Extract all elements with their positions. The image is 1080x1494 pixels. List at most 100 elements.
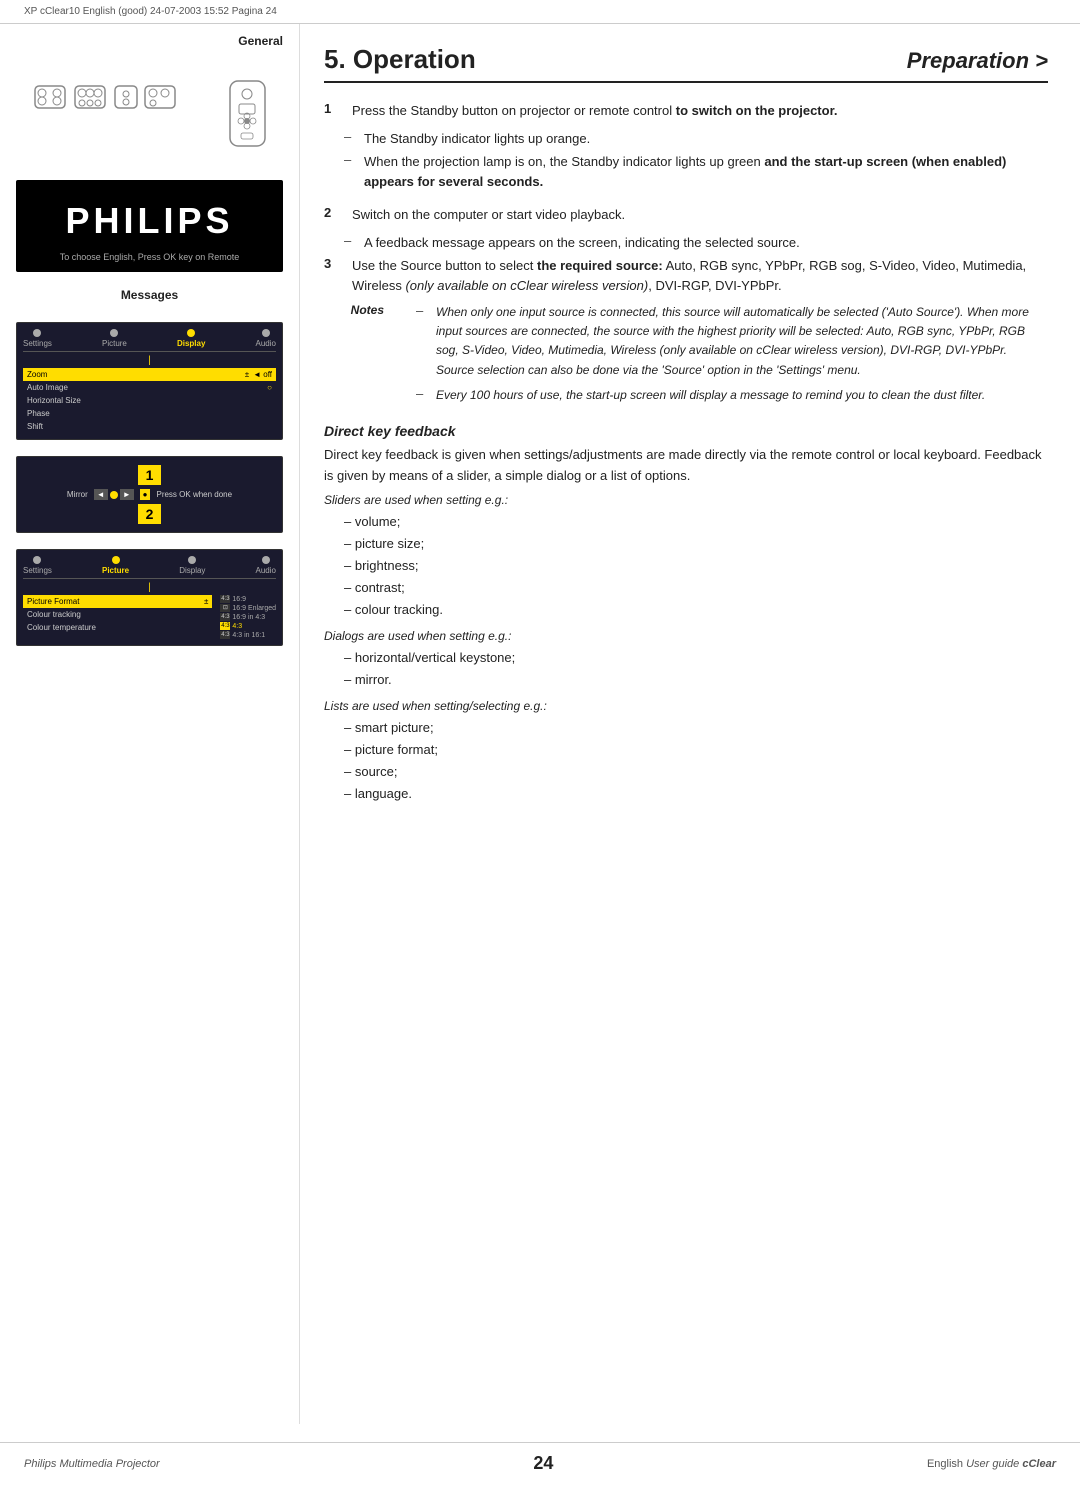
osd2-opt-169e-label: 16:9 Enlarged [232, 605, 276, 612]
step-3-num: 3 [324, 256, 340, 295]
keystone-press-label: Press OK when done [156, 490, 232, 499]
step-2-row: 2 Switch on the computer or start video … [324, 205, 1048, 225]
footer-english: English [927, 1458, 963, 1470]
remote-area [16, 68, 283, 164]
keystone-dot [110, 491, 118, 499]
osd-row-hsize: Horizontal Size [23, 394, 276, 407]
osd2-opt-169-label: 16:9 [232, 596, 246, 603]
dialog-item-1: – horizontal/vertical keystone; [344, 647, 1048, 669]
notes-text-2: Every 100 hours of use, the start-up scr… [436, 386, 1048, 405]
osd2-tab-display: Display [179, 556, 205, 575]
step-3-row: 3 Use the Source button to select the re… [324, 256, 1048, 295]
osd2-settings-icon [33, 556, 41, 564]
slider-item-1: – volume; [344, 511, 1048, 533]
osd-row-phase: Phase [23, 407, 276, 420]
dash-2: – [344, 152, 356, 191]
footer-right: English User guide cClear [927, 1458, 1056, 1470]
notes-content: – When only one input source is connecte… [396, 303, 1048, 409]
dialogs-list: – horizontal/vertical keystone; – mirror… [344, 647, 1048, 691]
philips-box: PHILIPS To choose English, Press OK key … [16, 180, 283, 272]
osd-tab-picture: Picture [102, 329, 127, 348]
osd-phase-label: Phase [27, 409, 272, 418]
messages-label: Messages [16, 288, 283, 302]
step-1-num: 1 [324, 101, 340, 121]
osd2-options-list: 4:3 16:9 ⊡ 16:9 Enlarged 4:3 16:9 in 4:3… [220, 595, 276, 639]
step-3-text: Use the Source button to select the requ… [352, 256, 1048, 295]
osd2-row-tracking: Colour tracking [23, 608, 212, 621]
dash-item-1: – The Standby indicator lights up orange… [344, 129, 1048, 149]
notes-label: Notes [324, 303, 384, 409]
slider-item-4: – contrast; [344, 577, 1048, 599]
osd-audio-icon [262, 329, 270, 337]
osd-tab-settings: Settings [23, 329, 52, 348]
osd-row-shift: Shift [23, 420, 276, 433]
notes-dash-sym-2: – [416, 386, 428, 405]
osd2-format-arrow: ± [204, 597, 208, 606]
philips-subtitle: To choose English, Press OK key on Remot… [26, 252, 273, 262]
lists-label: Lists are used when setting/selecting e.… [324, 699, 1048, 713]
direct-key-body: Direct key feedback is given when settin… [324, 445, 1048, 487]
arrow-left: ◄ [94, 489, 108, 500]
osd-row-zoom: Zoom ± ◄ off [23, 368, 276, 381]
osd2-opt-43in161-box: 4:3 [220, 631, 230, 639]
dash-item-2: – When the projection lamp is on, the St… [344, 152, 1048, 191]
arrow-right: ► [120, 489, 134, 500]
osd2-opt-43-box: 4:3 [220, 622, 230, 630]
osd-indicator: | [23, 355, 276, 366]
dash-text-2: When the projection lamp is on, the Stan… [364, 152, 1048, 191]
footer-page-number: 24 [533, 1453, 553, 1474]
osd-tabs-1: Settings Picture Display Audio [23, 329, 276, 352]
osd-tab-audio: Audio [256, 329, 276, 348]
slider-item-5: – colour tracking. [344, 599, 1048, 621]
keystone-arrows: ◄ ► [94, 489, 134, 500]
step-1-text: Press the Standby button on projector or… [352, 101, 1048, 121]
osd2-opt-43169: 4:3 16:9 in 4:3 [220, 613, 276, 621]
osd-display-icon [187, 329, 195, 337]
list-item-1: – smart picture; [344, 717, 1048, 739]
osd2-row-temperature: Colour temperature [23, 621, 212, 634]
step-2-num: 2 [324, 205, 340, 225]
osd2-opt-43169-box: 4:3 [220, 613, 230, 621]
osd-zoom-label: Zoom [27, 370, 245, 379]
footer-userguide: User guide [966, 1458, 1019, 1470]
osd2-format-label: Picture Format [27, 597, 204, 606]
osd2-opt-169-box: 4:3 [220, 595, 230, 603]
footer-left: Philips Multimedia Projector [24, 1458, 160, 1470]
remote-svg [30, 76, 270, 156]
sliders-label: Sliders are used when setting e.g.: [324, 493, 1048, 507]
notes-text-1: When only one input source is connected,… [436, 303, 1048, 380]
list-item-2: – picture format; [344, 739, 1048, 761]
list-item-4: – language. [344, 783, 1048, 805]
osd-shift-label: Shift [27, 422, 272, 431]
osd2-opt-169e: ⊡ 16:9 Enlarged [220, 604, 276, 612]
osd-autoimage-value: ○ [267, 383, 272, 392]
osd2-temperature-label: Colour temperature [27, 623, 208, 632]
osd2-tab-picture: Picture [102, 556, 129, 575]
osd2-opt-43in161: 4:3 4:3 in 16:1 [220, 631, 276, 639]
step-1-row: 1 Press the Standby button on projector … [324, 101, 1048, 121]
osd-picture-icon [110, 329, 118, 337]
osd2-indicator: | [23, 582, 276, 593]
osd-tab-display: Display [177, 329, 205, 348]
osd2-opt-43in161-label: 4:3 in 16:1 [232, 632, 265, 639]
footer: Philips Multimedia Projector 24 English … [0, 1442, 1080, 1474]
osd2-tab-settings: Settings [23, 556, 52, 575]
title-row: 5. Operation Preparation > [324, 44, 1048, 83]
osd-hsize-label: Horizontal Size [27, 396, 272, 405]
osd-settings-icon [33, 329, 41, 337]
dash-text-3: A feedback message appears on the screen… [364, 233, 800, 253]
osd2-tab-audio: Audio [256, 556, 276, 575]
keystone-dot-yellow: ● [140, 489, 151, 500]
notes-dash-sym-1: – [416, 303, 428, 380]
main-content: 5. Operation Preparation > 1 Press the S… [300, 24, 1080, 1424]
direct-key-heading: Direct key feedback [324, 423, 1048, 439]
list-item-3: – source; [344, 761, 1048, 783]
osd2-opt-169e-box: ⊡ [220, 604, 230, 612]
sidebar: General [0, 24, 300, 1424]
osd-tabs-2: Settings Picture Display Audio [23, 556, 276, 579]
sidebar-general-label: General [16, 34, 283, 48]
osd-screen-2: Settings Picture Display Audio | [16, 549, 283, 646]
lists-list: – smart picture; – picture format; – sou… [344, 717, 1048, 805]
osd2-row-format: Picture Format ± [23, 595, 212, 608]
section-title: 5. Operation [324, 44, 476, 75]
